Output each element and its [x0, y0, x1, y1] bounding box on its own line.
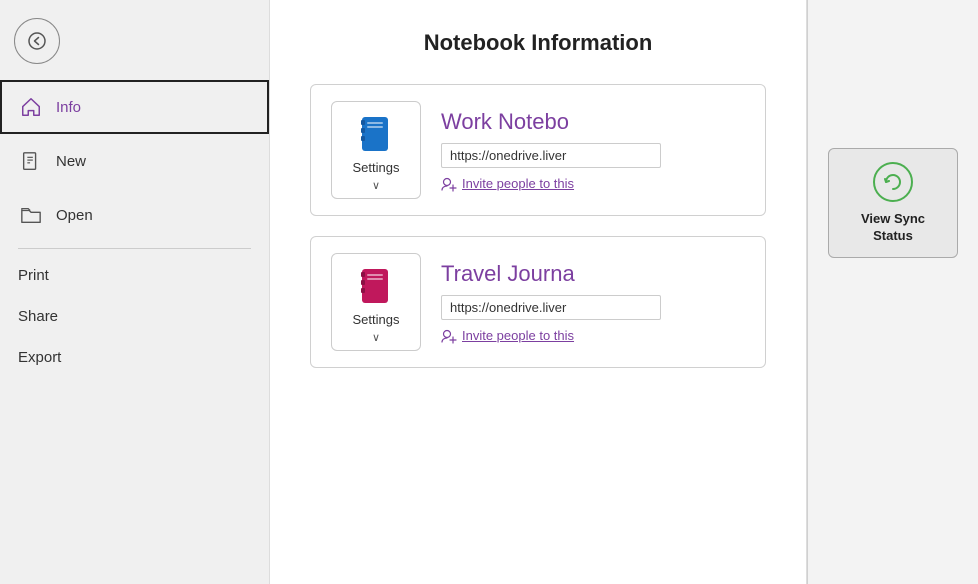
invite-link-work[interactable]: Invite people to this — [441, 176, 745, 192]
back-arrow-icon — [28, 32, 46, 50]
notebook-info-work: Work Notebo https://onedrive.liver Invit… — [441, 109, 745, 192]
settings-label-work: Settings — [353, 160, 400, 175]
sync-button-label: View Sync Status — [861, 211, 925, 245]
sidebar-open-label: Open — [56, 207, 93, 224]
sidebar-info-label: Info — [56, 99, 81, 116]
back-button[interactable] — [14, 18, 60, 64]
notebook-card-work: Settings ∨ Work Notebo https://onedrive.… — [310, 84, 766, 216]
settings-chevron-travel: ∨ — [372, 331, 380, 344]
notebook-url-work[interactable]: https://onedrive.liver — [441, 143, 661, 168]
home-icon — [20, 96, 42, 118]
settings-chevron-work: ∨ — [372, 179, 380, 192]
notebook-name-travel: Travel Journa — [441, 261, 745, 287]
sync-icon — [872, 161, 914, 203]
print-label: Print — [18, 267, 49, 284]
sidebar: Info New Open Print Share Export — [0, 0, 270, 584]
sidebar-item-info[interactable]: Info — [0, 80, 269, 134]
sidebar-item-print[interactable]: Print — [0, 255, 269, 296]
export-label: Export — [18, 349, 61, 366]
new-page-icon — [20, 150, 42, 172]
folder-icon — [20, 204, 42, 226]
invite-link-travel[interactable]: Invite people to this — [441, 328, 745, 344]
sidebar-item-open[interactable]: Open — [0, 188, 269, 242]
settings-button-travel[interactable]: Settings ∨ — [331, 253, 421, 351]
notebook-icon-work — [354, 112, 398, 156]
notebook-card-travel: Settings ∨ Travel Journa https://onedriv… — [310, 236, 766, 368]
sidebar-divider — [18, 248, 251, 249]
notebook-url-travel[interactable]: https://onedrive.liver — [441, 295, 661, 320]
invite-icon-travel — [441, 328, 457, 344]
sidebar-item-new[interactable]: New — [0, 134, 269, 188]
page-title: Notebook Information — [310, 30, 766, 56]
main-content: Notebook Information Settings ∨ Work Not… — [270, 0, 807, 584]
notebook-info-travel: Travel Journa https://onedrive.liver Inv… — [441, 261, 745, 344]
invite-icon-work — [441, 176, 457, 192]
notebook-name-work: Work Notebo — [441, 109, 745, 135]
right-panel: View Sync Status — [808, 0, 978, 584]
settings-button-work[interactable]: Settings ∨ — [331, 101, 421, 199]
share-label: Share — [18, 308, 58, 325]
settings-label-travel: Settings — [353, 312, 400, 327]
sidebar-item-share[interactable]: Share — [0, 296, 269, 337]
sidebar-new-label: New — [56, 153, 86, 170]
view-sync-status-button[interactable]: View Sync Status — [828, 148, 958, 258]
sidebar-item-export[interactable]: Export — [0, 337, 269, 378]
notebook-icon-travel — [354, 264, 398, 308]
